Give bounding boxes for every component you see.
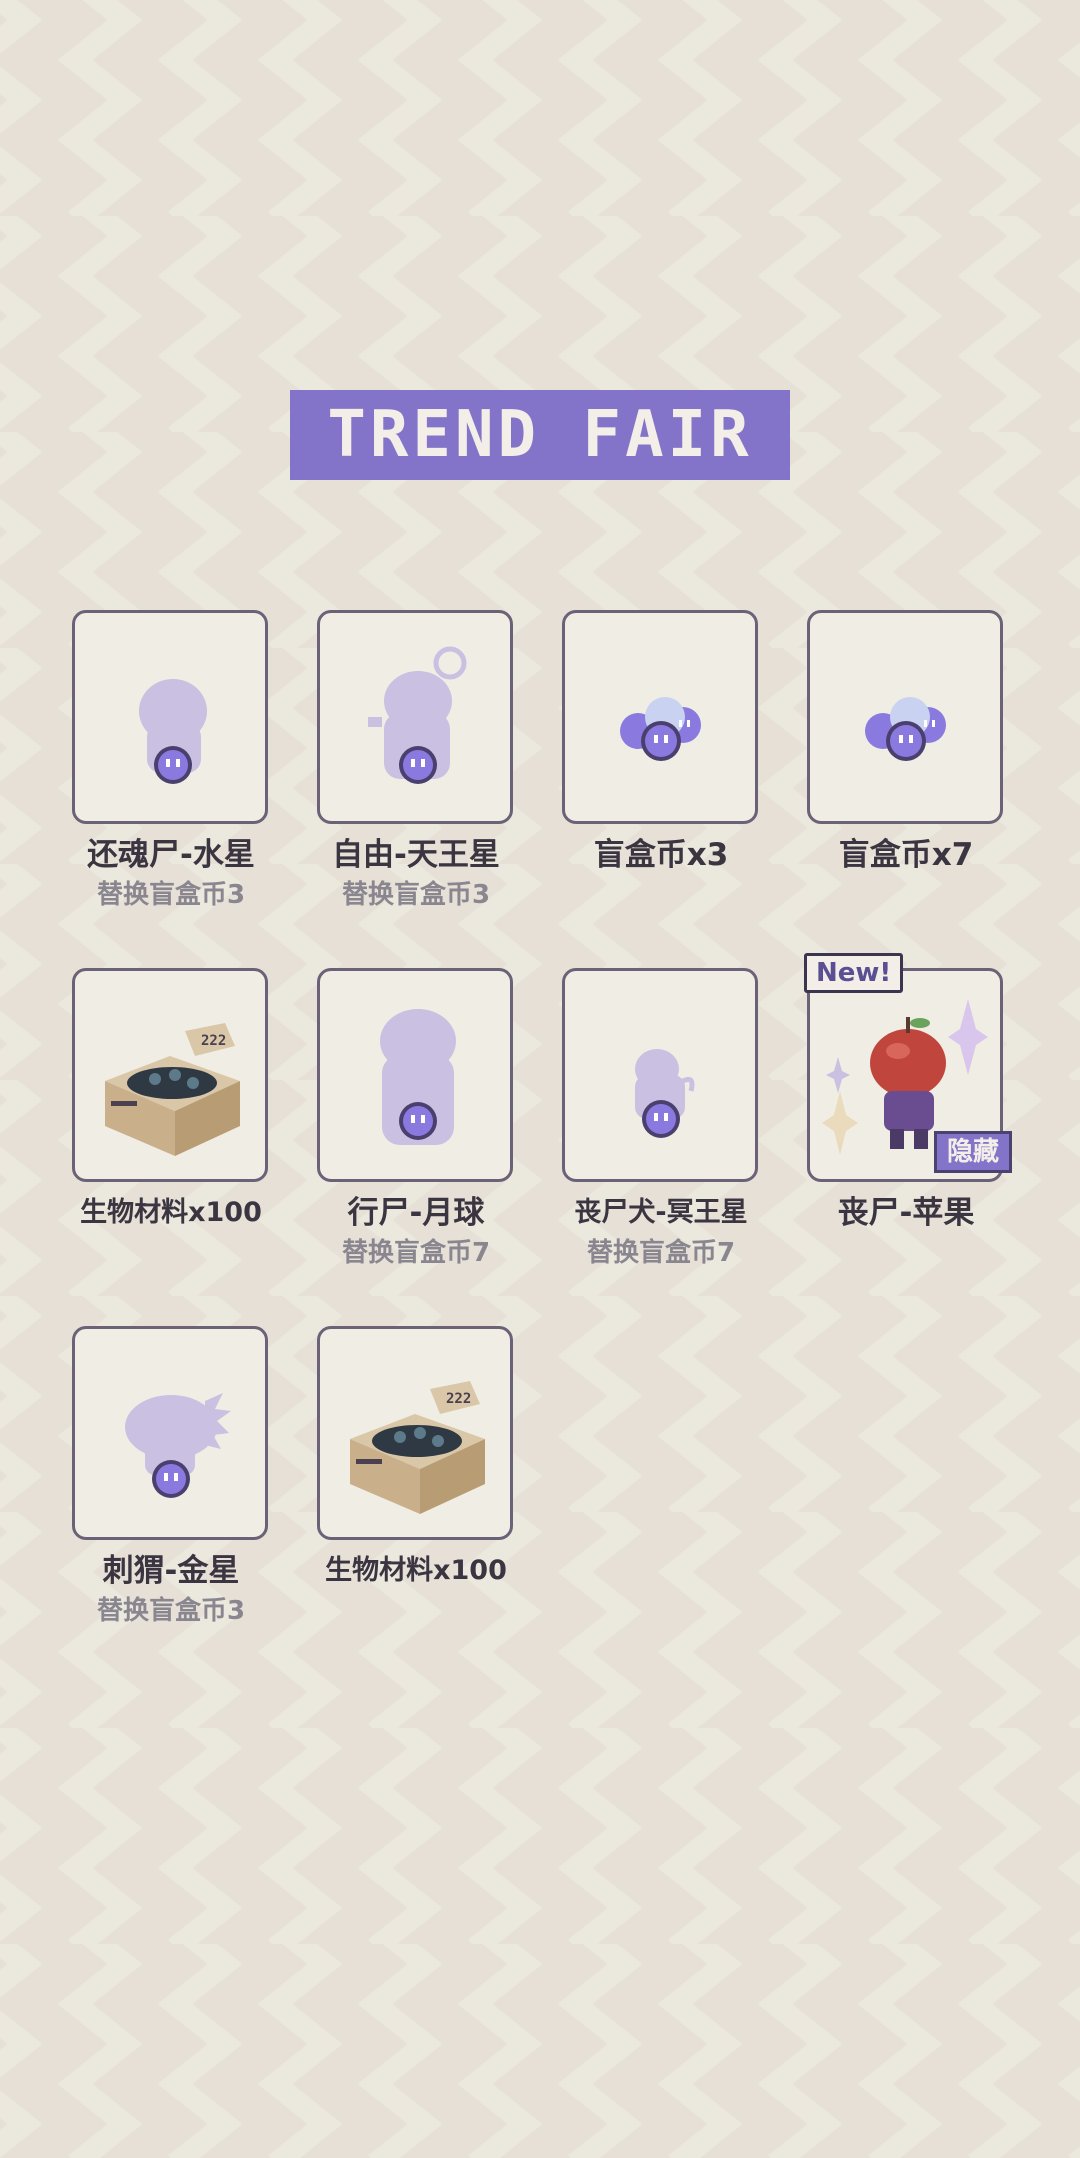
coins-icon (620, 697, 701, 761)
item-frame (317, 968, 513, 1182)
reward-item-hedgehog-venus[interactable]: 刺猬-金星 替换盲盒币3 (72, 1326, 270, 1628)
item-name: 盲盒币x7 (838, 837, 974, 873)
item-replace-note: 替换盲盒币3 (96, 880, 246, 910)
reward-item-coins-3[interactable]: 盲盒币x3 (562, 610, 760, 874)
zombie-silhouette-icon (139, 679, 207, 784)
item-name: 丧尸犬-冥王星 (574, 1197, 748, 1228)
item-frame (807, 610, 1003, 824)
svg-text:222: 222 (201, 1033, 226, 1049)
zombie-silhouette-icon (380, 1009, 456, 1145)
material-box-icon: 222 (350, 1381, 485, 1514)
hidden-badge: 隐藏 (933, 1131, 1012, 1173)
item-name: 还魂尸-水星 (87, 837, 255, 873)
item-frame (562, 968, 758, 1182)
reward-item-coins-7[interactable]: 盲盒币x7 (807, 610, 1005, 874)
item-name: 行尸-月球 (347, 1195, 485, 1231)
reward-item-bio-material[interactable]: 222 生物材料x100 (317, 1326, 515, 1590)
item-replace-note: 替换盲盒币3 (96, 1596, 246, 1626)
coins-icon (865, 697, 946, 761)
item-replace-note: 替换盲盒币3 (341, 880, 491, 910)
item-name: 自由-天王星 (332, 837, 500, 873)
reward-item-zombie-dog-pluto[interactable]: 丧尸犬-冥王星 替换盲盒币7 (562, 968, 760, 1270)
reward-item-apple-zombie[interactable]: New! 隐藏 丧尸-苹果 (804, 953, 1012, 1232)
reward-item-freedom-uranus[interactable]: 自由-天王星 替换盲盒币3 (317, 610, 515, 912)
hedgehog-silhouette-icon (125, 1393, 231, 1498)
item-name: 盲盒币x3 (593, 837, 729, 873)
new-badge: New! (804, 953, 904, 993)
item-frame: New! 隐藏 (804, 953, 1012, 1182)
item-frame (72, 1326, 268, 1540)
svg-text:222: 222 (446, 1391, 471, 1407)
reward-item-bio-material[interactable]: 222 生物材料x100 (72, 968, 270, 1232)
reward-grid: 还魂尸-水星 替换盲盒币3 自由-天王星 替换盲盒币3 盲盒币x3 盲盒币x7 … (0, 0, 1080, 2158)
item-replace-note: 替换盲盒币7 (586, 1238, 736, 1268)
reward-item-mercury-zombie[interactable]: 还魂尸-水星 替换盲盒币3 (72, 610, 270, 912)
item-replace-note: 替换盲盒币7 (341, 1238, 491, 1268)
item-name: 生物材料x100 (80, 1197, 262, 1228)
item-frame: 222 (72, 968, 268, 1182)
reward-item-walker-moon[interactable]: 行尸-月球 替换盲盒币7 (317, 968, 515, 1270)
item-frame (72, 610, 268, 824)
material-box-icon: 222 (105, 1023, 240, 1156)
item-frame (562, 610, 758, 824)
item-frame: 222 (317, 1326, 513, 1540)
item-frame (317, 610, 513, 824)
zombie-dog-silhouette-icon (635, 1049, 695, 1138)
item-name: 刺猬-金星 (102, 1553, 240, 1589)
item-name: 丧尸-苹果 (837, 1195, 975, 1231)
zombie-ring-silhouette-icon (368, 646, 467, 784)
item-name: 生物材料x100 (325, 1555, 507, 1586)
